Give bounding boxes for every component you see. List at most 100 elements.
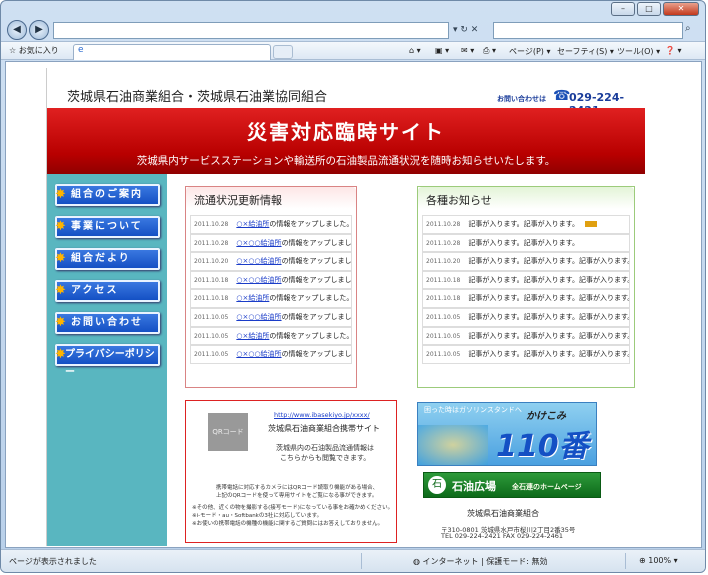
ad-kakekomi: かけこみ xyxy=(526,411,566,422)
tools-menu[interactable]: ツール(O) ▾ xyxy=(617,46,660,57)
star-icon: ✸ xyxy=(55,187,68,202)
station-link[interactable]: ○×○○給油所 xyxy=(236,350,281,358)
qr-code: QRコード xyxy=(208,413,248,451)
mobile-url-link[interactable]: http://www.ibasekiyo.jp/xxxx/ xyxy=(274,411,370,419)
phone-icon: ☎ xyxy=(553,88,571,104)
station-link[interactable]: ○×給油所 xyxy=(236,332,269,340)
close-button[interactable]: ✕ xyxy=(663,2,699,16)
banner-subtitle: 茨城県内サービスステーションや輸送所の石油製品流通状況を随時お知らせいたします。 xyxy=(136,155,556,167)
menu-business[interactable]: ✸ 事業について xyxy=(55,216,160,238)
news-row[interactable]: 2011.10.18 記事が入ります。記事が入ります。記事が入ります。 xyxy=(422,289,630,308)
favorites-button[interactable]: ☆ お気に入り xyxy=(9,45,59,56)
home-icon[interactable]: ⌂ ▾ xyxy=(409,46,421,55)
star-icon: ✸ xyxy=(55,283,68,298)
new-tab-button[interactable] xyxy=(273,45,293,59)
update-date: 2011.10.28 xyxy=(194,239,229,247)
menu-label: 事業について xyxy=(71,221,143,232)
globe-icon: ◍ xyxy=(413,557,423,566)
maximize-button[interactable]: □ xyxy=(637,2,661,16)
update-row: 2011.10.05 ○×○○給油所の情報をアップしました。 xyxy=(190,345,352,364)
help-menu[interactable]: ❓ ▾ xyxy=(665,46,682,55)
news-date: 2011.10.18 xyxy=(426,276,461,284)
forward-icon[interactable]: ▶ xyxy=(29,20,49,40)
station-link[interactable]: ○×給油所 xyxy=(236,220,269,228)
search-icon[interactable]: ⌕ xyxy=(685,23,691,34)
news-row[interactable]: 2011.10.28 記事が入ります。記事が入ります。 xyxy=(422,215,630,234)
menu-label: アクセス xyxy=(71,285,119,296)
update-row: 2011.10.20 ○×○○給油所の情報をアップしました。 xyxy=(190,252,352,271)
browser-window: – □ ✕ ◀ ▶ ▾ ↻ ✕ ⌕ ☆ お気に入り e ⌂ ▾ ▣ ▾ ✉ ▾ … xyxy=(0,0,706,573)
news-date: 2011.10.28 xyxy=(426,239,461,247)
station-link[interactable]: ○×○○給油所 xyxy=(236,257,281,265)
news-text: 記事が入ります。記事が入ります。 xyxy=(468,238,579,247)
news-date: 2011.10.20 xyxy=(426,258,461,266)
status-bar: ページが表示されました ◍ インターネット | 保護モード: 無効 ⊕ 100%… xyxy=(1,549,705,572)
main-content: 流通状況更新情報 2011.10.28 ○×給油所の情報をアップしました。 2011… xyxy=(167,174,645,546)
menu-contact[interactable]: ✸ お問い合わせ xyxy=(55,312,160,334)
update-row: 2011.10.28 ○×給油所の情報をアップしました。 xyxy=(190,215,352,234)
page: 茨城県石油商業組合・茨城県石油業協同組合 お問い合わせは ☎ 029-224-2… xyxy=(46,68,645,546)
news-row[interactable]: 2011.10.05 記事が入ります。記事が入ります。記事が入ります。 xyxy=(422,307,630,327)
new-badge-icon xyxy=(584,221,597,227)
sidebar: ✸ 組合のご案内 ✸ 事業について ✸ 組合だより ✸ アクセス ✸ お問い合わせ ✸ プラ… xyxy=(47,174,167,546)
news-date: 2011.10.05 xyxy=(426,313,461,321)
kakekomi-110-banner[interactable]: 困った時はガソリンスタンドへ かけこみ 110番 xyxy=(417,402,597,466)
menu-access[interactable]: ✸ アクセス xyxy=(55,280,160,302)
page-menu[interactable]: ページ(P) ▾ xyxy=(509,46,550,57)
feed-icon[interactable]: ▣ ▾ xyxy=(435,46,449,55)
updates-list: 2011.10.28 ○×給油所の情報をアップしました。 2011.10.28 ○×○… xyxy=(190,215,352,364)
station-link[interactable]: ○×○○給油所 xyxy=(236,313,281,321)
mobile-note: ※お使いの携帯電話の機種の機能に関するご質問にはお答えしておりません。 xyxy=(192,521,384,527)
mobile-note: ※i-モード・au・Softbankの3社に対応しています。 xyxy=(192,513,323,519)
news-text: 記事が入ります。記事が入ります。 xyxy=(468,220,579,228)
update-text: の情報をアップしました。 xyxy=(281,350,352,359)
mail-icon[interactable]: ✉ ▾ xyxy=(461,46,474,55)
news-date: 2011.10.05 xyxy=(426,332,461,340)
hero-banner: 災害対応臨時サイト 茨城県内サービスステーションや輸送所の石油製品流通状況を随時… xyxy=(47,108,645,174)
address-bar[interactable] xyxy=(53,22,449,39)
print-icon[interactable]: ⎙ ▾ xyxy=(483,46,496,56)
update-text: の情報をアップしました。 xyxy=(269,220,352,228)
news-text: 記事が入ります。記事が入ります。記事が入ります。 xyxy=(468,350,630,359)
plaza-logo-icon: 石 xyxy=(428,476,446,494)
station-link[interactable]: ○×給油所 xyxy=(236,294,269,302)
refresh-icon[interactable]: ▾ ↻ ✕ xyxy=(453,22,489,39)
menu-newsletter[interactable]: ✸ 組合だより xyxy=(55,248,160,270)
site-header: 茨城県石油商業組合・茨城県石油業協同組合 お問い合わせは ☎ 029-224-2… xyxy=(47,68,645,117)
menu-privacy[interactable]: ✸ プライバシーポリシー xyxy=(55,344,160,378)
status-text: ページが表示されました xyxy=(9,557,97,566)
tab-current[interactable]: e xyxy=(73,44,271,60)
back-icon[interactable]: ◀ xyxy=(7,20,27,40)
update-text: の情報をアップしました。 xyxy=(281,238,352,247)
news-list: 2011.10.28 記事が入ります。記事が入ります。 2011.10.28 記事が入… xyxy=(422,215,630,364)
news-row[interactable]: 2011.10.20 記事が入ります。記事が入ります。記事が入ります。 xyxy=(422,252,630,271)
minimize-button[interactable]: – xyxy=(611,2,635,16)
news-text: 記事が入ります。記事が入ります。記事が入ります。 xyxy=(468,275,630,284)
safety-menu[interactable]: セーフティ(S) ▾ xyxy=(557,46,614,57)
news-row[interactable]: 2011.10.28 記事が入ります。記事が入ります。 xyxy=(422,233,630,253)
command-bar: ☆ お気に入り e ⌂ ▾ ▣ ▾ ✉ ▾ ⎙ ▾ ページ(P) ▾ セーフティ… xyxy=(1,41,705,60)
ad-caption: 困った時はガソリンスタンドへ xyxy=(424,406,522,414)
news-date: 2011.10.05 xyxy=(426,351,461,359)
footer-tel: TEL 029-224-2421 FAX 029-224-2461 xyxy=(441,532,564,540)
news-row[interactable]: 2011.10.05 記事が入ります。記事が入ります。記事が入ります。 xyxy=(422,345,630,364)
news-row[interactable]: 2011.10.05 記事が入ります。記事が入ります。記事が入ります。 xyxy=(422,326,630,346)
mobile-desc: 茨城県内の石油製品流通情報は xyxy=(276,444,374,452)
station-link[interactable]: ○×○○給油所 xyxy=(236,276,281,284)
site-title: 茨城県石油商業組合・茨城県石油業協同組合 xyxy=(67,90,328,105)
mobile-note: ※その他、近くの物を撮影する(接写モード)になっている事をお確かめください。 xyxy=(192,505,394,511)
star-icon: ✸ xyxy=(55,219,68,234)
menu-about[interactable]: ✸ 組合のご案内 xyxy=(55,184,160,206)
station-link[interactable]: ○×○○給油所 xyxy=(236,239,281,247)
favorites-label: お気に入り xyxy=(18,46,59,55)
star-icon: ✸ xyxy=(55,251,68,266)
zoom-control[interactable]: ⊕ 100% ▾ xyxy=(639,556,678,565)
banner-title: 災害対応臨時サイト xyxy=(247,120,445,144)
search-input[interactable] xyxy=(493,22,683,39)
zoom-level: 100% xyxy=(648,556,672,565)
update-date: 2011.10.05 xyxy=(194,351,229,359)
update-text: の情報をアップしました。 xyxy=(269,331,352,340)
sekiyu-hiroba-banner[interactable]: 石 石油広場 全石連のホームページ xyxy=(423,472,601,498)
news-row[interactable]: 2011.10.18 記事が入ります。記事が入ります。記事が入ります。 xyxy=(422,270,630,290)
update-text: の情報をアップしました。 xyxy=(269,294,352,303)
